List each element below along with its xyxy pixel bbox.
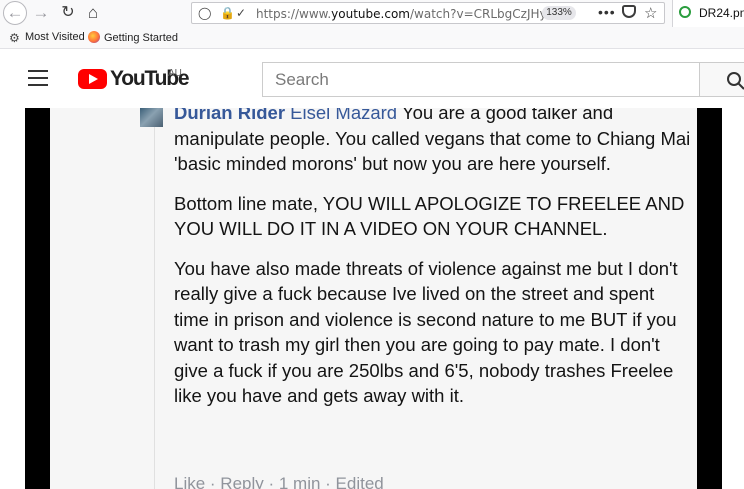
url-path: /watch?v=CRLbgCzJHyM bbox=[409, 7, 557, 21]
zoom-indicator[interactable]: 133% bbox=[542, 6, 576, 20]
search-input[interactable] bbox=[263, 63, 675, 96]
gear-icon: ⚙ bbox=[9, 31, 20, 45]
reload-button[interactable]: ↻ bbox=[57, 2, 79, 24]
url-domain: youtube.com bbox=[331, 7, 410, 21]
search-box[interactable] bbox=[262, 62, 700, 97]
bookmark-getting-started[interactable]: Getting Started bbox=[88, 31, 178, 45]
menu-icon[interactable] bbox=[28, 70, 48, 86]
divider bbox=[154, 108, 155, 489]
comment-paragraph-3: You have also made threats of violence a… bbox=[174, 257, 678, 407]
firefox-icon bbox=[88, 31, 100, 43]
bookmark-most-visited[interactable]: ⚙ Most Visited bbox=[9, 31, 85, 45]
home-button[interactable]: ⌂ bbox=[82, 2, 104, 24]
comment-author: Durian Rider bbox=[174, 108, 286, 123]
tab-dr24[interactable]: DR24.png bbox=[672, 0, 744, 27]
comment-tagged-user: Eisel Mazard bbox=[290, 108, 398, 123]
page-actions-icon[interactable]: ••• bbox=[598, 4, 616, 20]
comment-paragraph-2: Bottom line mate, YOU WILL APOLOGIZE TO … bbox=[174, 192, 685, 240]
avatar bbox=[140, 108, 163, 127]
url-text[interactable]: https://www.youtube.com/watch?v=CRLbgCzJ… bbox=[256, 6, 557, 22]
bookmark-star-icon[interactable]: ☆ bbox=[644, 4, 657, 22]
video-player[interactable]: Durian Rider Eisel Mazard You are a good… bbox=[25, 108, 722, 489]
comment-paragraph-1: Durian Rider Eisel Mazard You are a good… bbox=[174, 108, 694, 177]
pocket-icon[interactable] bbox=[622, 5, 636, 18]
search-icon bbox=[727, 72, 744, 90]
region-code: AU bbox=[168, 68, 182, 79]
tab-title: DR24.png bbox=[699, 6, 744, 20]
url-prefix: https://www. bbox=[256, 7, 332, 21]
youtube-play-icon bbox=[78, 69, 107, 89]
lock-icon[interactable]: 🔒 bbox=[220, 5, 235, 21]
home-icon: ⌂ bbox=[87, 3, 99, 22]
bookmark-label: Getting Started bbox=[104, 32, 178, 44]
comment-text: Durian Rider Eisel Mazard You are a good… bbox=[174, 108, 694, 423]
search-button[interactable] bbox=[700, 62, 744, 97]
youtube-header: YouTube AU bbox=[0, 49, 744, 108]
back-button[interactable]: ← bbox=[3, 1, 27, 25]
permissions-icon[interactable]: ✓ bbox=[236, 5, 246, 21]
reload-icon: ↻ bbox=[61, 4, 75, 21]
forward-arrow-icon: → bbox=[32, 3, 50, 22]
video-frame: Durian Rider Eisel Mazard You are a good… bbox=[50, 108, 697, 489]
tab-favicon-icon bbox=[679, 6, 691, 18]
bookmark-label: Most Visited bbox=[25, 31, 85, 43]
address-bar[interactable]: ◯ 🔒 ✓ https://www.youtube.com/watch?v=CR… bbox=[191, 2, 665, 24]
info-shield-icon[interactable]: ◯ bbox=[198, 5, 211, 21]
comment-meta: Like · Reply · 1 min · Edited bbox=[174, 474, 384, 489]
browser-toolbar: ← → ↻ ⌂ ◯ 🔒 ✓ https://www.youtube.com/wa… bbox=[0, 0, 744, 27]
forward-button[interactable]: → bbox=[30, 2, 52, 24]
bookmarks-bar: ⚙ Most Visited Getting Started bbox=[0, 27, 744, 49]
back-arrow-icon: ← bbox=[6, 3, 24, 22]
